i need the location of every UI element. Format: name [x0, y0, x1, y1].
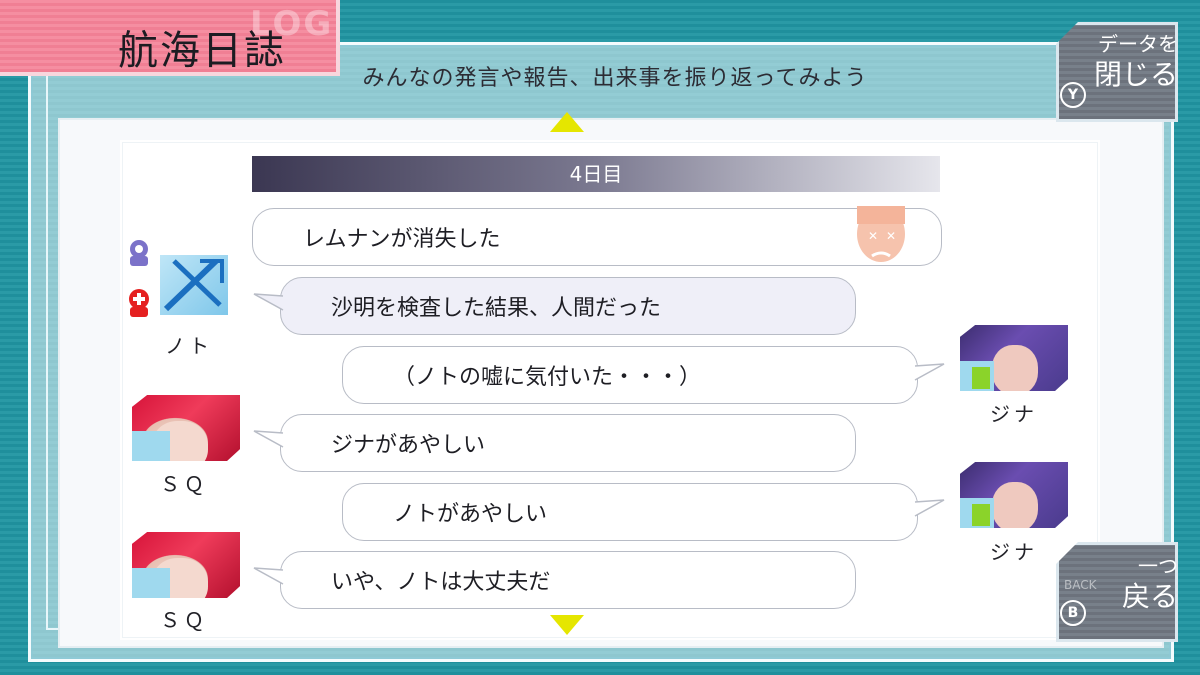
- speaker-name: ＳＱ: [160, 608, 208, 632]
- scroll-up-arrow[interactable]: [550, 112, 584, 132]
- day-header: 4日目: [252, 156, 940, 192]
- speaker-name: ジナ: [990, 402, 1038, 426]
- speaker-name: ノト: [165, 334, 213, 358]
- y-button-icon: Y: [1060, 82, 1086, 108]
- engineer-role-icon: [130, 240, 148, 266]
- svg-text:✕: ✕: [868, 229, 878, 243]
- doctor-role-icon: [129, 289, 149, 317]
- bubble-tail: [253, 430, 284, 448]
- message-text: 沙明を検査した結果、人間だった: [331, 296, 662, 321]
- sq-avatar: [132, 532, 240, 598]
- message-text: （ノトの嘘に気付いた・・・）: [393, 365, 702, 390]
- log-message: 沙明を検査した結果、人間だった: [280, 277, 856, 335]
- b-button-icon: B: [1060, 600, 1086, 626]
- log-message: レムナンが消失した: [252, 208, 942, 266]
- log-message: いや、ノトは大丈夫だ: [280, 551, 856, 609]
- bubble-tail: [253, 293, 284, 311]
- noto-avatar: [160, 255, 228, 315]
- jina-avatar: [960, 462, 1068, 528]
- close-data-label: データを 閉じる: [1093, 32, 1178, 91]
- svg-text:✕: ✕: [886, 229, 896, 243]
- scroll-down-arrow[interactable]: [550, 615, 584, 635]
- log-message: ジナがあやしい: [280, 414, 856, 472]
- noto-emblem-icon: [163, 258, 224, 312]
- sq-avatar: [132, 395, 240, 461]
- jina-avatar: [960, 325, 1068, 391]
- speaker-name: ＳＱ: [160, 472, 208, 496]
- frame-divider: [46, 70, 48, 630]
- log-message: ノトがあやしい: [342, 483, 918, 541]
- bubble-tail: [253, 567, 284, 585]
- back-ghost-text: BACK: [1064, 578, 1097, 592]
- log-message: （ノトの嘘に気付いた・・・）: [342, 346, 918, 404]
- page-subtitle: みんなの発言や報告、出来事を振り返ってみよう: [362, 66, 868, 91]
- bubble-tail: [914, 499, 945, 517]
- message-text: レムナンが消失した: [303, 227, 501, 252]
- speaker-name: ジナ: [990, 540, 1038, 564]
- vanished-character-icon: ✕ ✕: [857, 206, 905, 262]
- message-text: ノトがあやしい: [393, 502, 548, 527]
- message-text: いや、ノトは大丈夫だ: [331, 570, 551, 595]
- bubble-tail: [914, 363, 945, 381]
- message-text: ジナがあやしい: [331, 433, 486, 458]
